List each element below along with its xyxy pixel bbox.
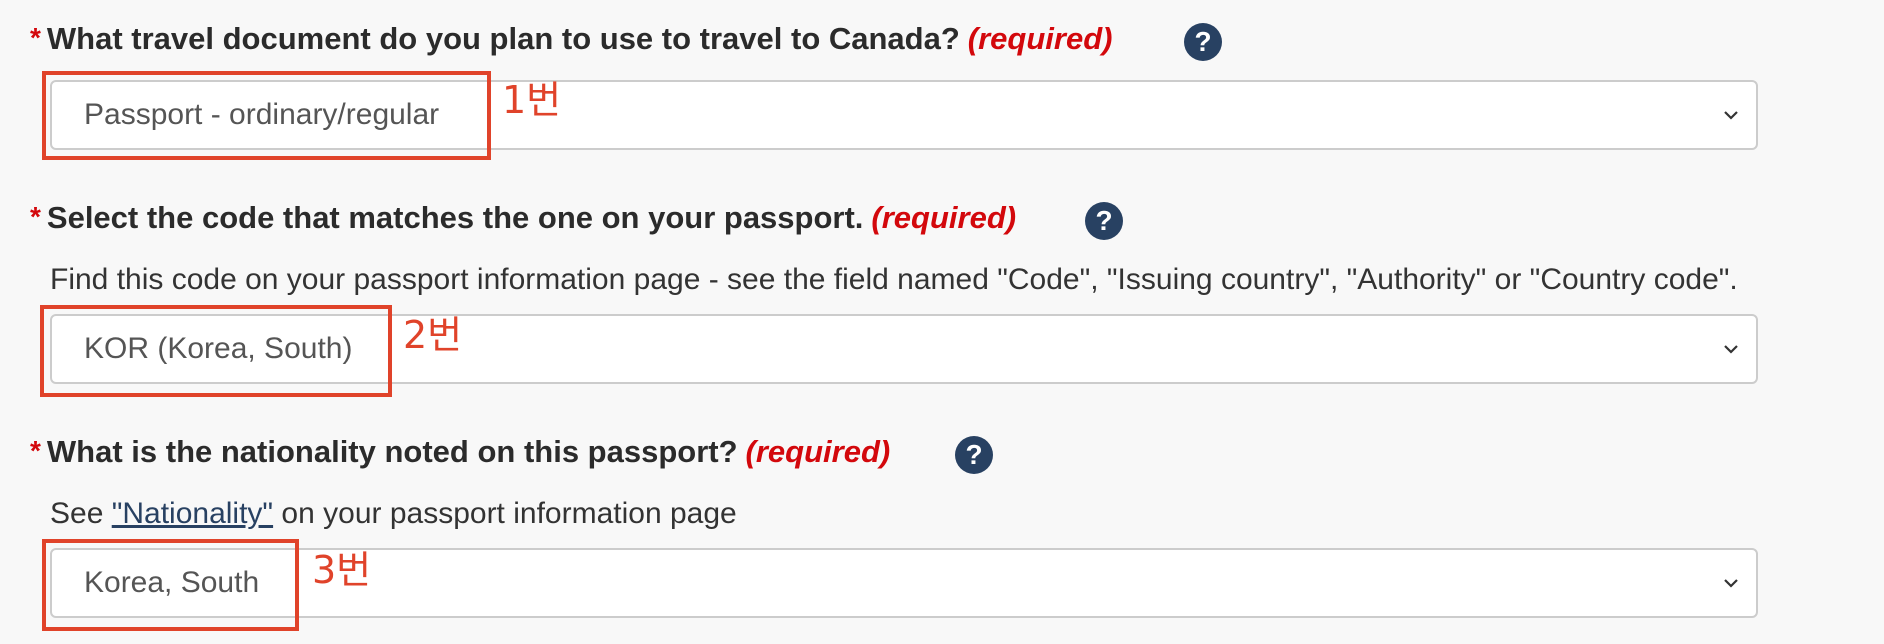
passport-code-question: Select the code that matches the one on … bbox=[46, 200, 864, 235]
travel-document-question: What travel document do you plan to use … bbox=[46, 21, 960, 56]
nationality-link[interactable]: "Nationality" bbox=[112, 497, 273, 530]
nationality-hint: See "Nationality" on your passport infor… bbox=[50, 494, 737, 534]
required-tag: (required) bbox=[871, 200, 1017, 235]
passport-code-hint: Find this code on your passport informat… bbox=[50, 263, 1738, 296]
annotation-label-3: 3번 bbox=[312, 548, 372, 592]
required-asterisk: * bbox=[30, 201, 41, 232]
passport-code-label: * Select the code that matches the one on… bbox=[30, 198, 1016, 239]
chevron-down-icon bbox=[1724, 111, 1738, 120]
nationality-select[interactable]: Korea, South bbox=[50, 548, 1758, 618]
chevron-down-icon bbox=[1724, 579, 1738, 588]
travel-document-label: * What travel document do you plan to use… bbox=[30, 19, 1112, 60]
annotation-box-3 bbox=[42, 539, 299, 631]
annotation-label-2: 2번 bbox=[403, 313, 463, 357]
required-asterisk: * bbox=[30, 435, 41, 466]
required-asterisk: * bbox=[30, 22, 41, 53]
help-question-icon[interactable]: ? bbox=[955, 436, 993, 474]
annotation-label-1: 1번 bbox=[502, 78, 562, 122]
annotation-box-1 bbox=[42, 71, 491, 160]
help-question-icon[interactable]: ? bbox=[1184, 23, 1222, 61]
required-tag: (required) bbox=[745, 434, 891, 469]
nationality-label: * What is the nationality noted on this p… bbox=[30, 432, 890, 473]
required-tag: (required) bbox=[967, 21, 1113, 56]
nationality-question: What is the nationality noted on this pa… bbox=[46, 434, 738, 469]
nationality-hint-prefix: See bbox=[50, 497, 112, 530]
nationality-hint-suffix: on your passport information page bbox=[273, 497, 737, 530]
chevron-down-icon bbox=[1724, 345, 1738, 354]
annotation-box-2 bbox=[40, 305, 392, 397]
help-question-icon[interactable]: ? bbox=[1085, 202, 1123, 240]
